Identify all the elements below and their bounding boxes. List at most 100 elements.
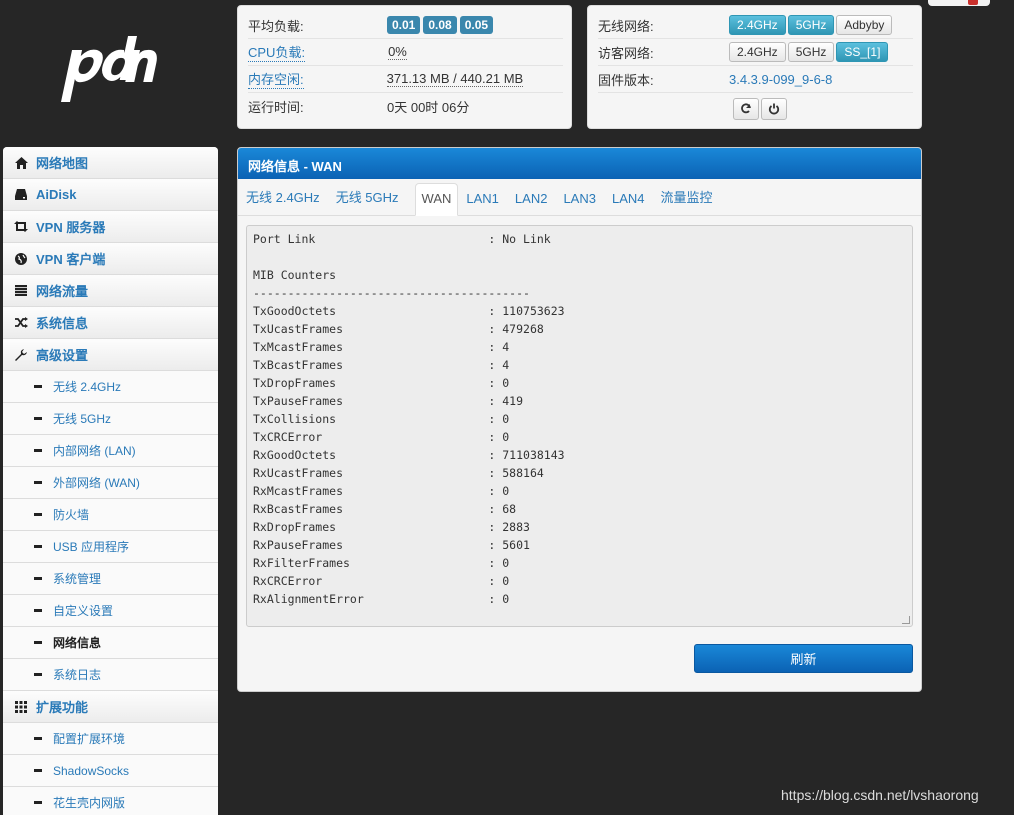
dash-icon <box>34 609 42 612</box>
tab-lan4[interactable]: LAN4 <box>612 191 651 215</box>
power-icon <box>768 103 780 115</box>
dash-icon <box>34 801 42 804</box>
sidebar-sub-label: 内部网络 (LAN) <box>53 444 136 458</box>
sidebar-sub-system-log[interactable]: 系统日志 <box>3 659 218 691</box>
tab-wireless-5ghz[interactable]: 无线 5GHz <box>336 187 405 215</box>
tab-bar: 无线 2.4GHz 无线 5GHz WAN LAN1 LAN2 LAN3 LAN… <box>238 179 921 216</box>
uptime-value: 0天 00时 06分 <box>387 100 470 115</box>
uptime-row: 运行时间: 0天 00时 06分 <box>248 93 563 120</box>
tab-lan3[interactable]: LAN3 <box>563 191 602 215</box>
uptime-label: 运行时间: <box>248 100 304 115</box>
user-tab[interactable] <box>928 0 990 6</box>
panel-title: 网络信息 - WAN <box>238 148 921 179</box>
wrench-icon <box>14 348 28 362</box>
sidebar-sub-wireless-24ghz[interactable]: 无线 2.4GHz <box>3 371 218 403</box>
sidebar-sub-label: 系统日志 <box>53 668 102 682</box>
dash-icon <box>34 513 42 516</box>
sidebar-sub-administration[interactable]: 系统管理 <box>3 563 218 595</box>
cpu-load-value: 0% <box>388 44 407 60</box>
sidebar-item-vpn-client[interactable]: VPN 客户端 <box>3 243 218 275</box>
tab-lan2[interactable]: LAN2 <box>515 191 554 215</box>
refresh-button[interactable]: 刷新 <box>694 644 913 673</box>
wireless-24ghz-button[interactable]: 2.4GHz <box>729 15 786 35</box>
sidebar-item-aidisk[interactable]: AiDisk <box>3 179 218 211</box>
resize-grip-icon[interactable] <box>902 616 910 624</box>
sidebar-item-system-info[interactable]: 系统信息 <box>3 307 218 339</box>
sidebar-item-extensions[interactable]: 扩展功能 <box>3 691 218 723</box>
sidebar-sub-network-info[interactable]: 网络信息 <box>3 627 218 659</box>
guest-5ghz-button[interactable]: 5GHz <box>787 42 835 62</box>
dash-icon <box>34 449 42 452</box>
sidebar-sub-shadowsocks[interactable]: ShadowSocks <box>3 755 218 787</box>
sidebar-item-label: 网络流量 <box>36 284 89 299</box>
sidebar-sub-ext-config[interactable]: 配置扩展环境 <box>3 723 218 755</box>
sidebar-sub-label: 自定义设置 <box>53 604 114 618</box>
adbyby-button[interactable]: Adbyby <box>836 15 893 35</box>
sidebar-sub-usb-apps[interactable]: USB 应用程序 <box>3 531 218 563</box>
sidebar-sub-lan[interactable]: 内部网络 (LAN) <box>3 435 218 467</box>
firmware-version-link[interactable]: 3.4.3.9-099_9-6-8 <box>729 72 832 87</box>
tab-wan[interactable]: WAN <box>414 183 459 216</box>
tab-lan1[interactable]: LAN1 <box>466 191 505 215</box>
sidebar-item-label: 扩展功能 <box>36 700 89 715</box>
sidebar-sub-label: 防火墙 <box>53 508 90 522</box>
sidebar-item-traffic[interactable]: 网络流量 <box>3 275 218 307</box>
firmware-row: 固件版本: 3.4.3.9-099_9-6-8 <box>598 66 913 93</box>
sidebar-sub-label: 配置扩展环境 <box>53 732 126 746</box>
load-badge-1: 0.01 <box>387 16 421 34</box>
sidebar-item-network-map[interactable]: 网络地图 <box>3 147 218 179</box>
home-icon <box>14 156 28 170</box>
sidebar-sub-oray[interactable]: 花生壳内网版 <box>3 787 218 815</box>
disk-icon <box>14 188 28 202</box>
dash-icon <box>34 545 42 548</box>
load-average-row: 平均负载: 0.01 0.08 0.05 <box>248 12 563 39</box>
reboot-button[interactable] <box>733 98 759 120</box>
pdcn-logo <box>60 36 157 102</box>
sidebar-sub-firewall[interactable]: 防火墙 <box>3 499 218 531</box>
tab-traffic-monitor[interactable]: 流量监控 <box>661 187 719 215</box>
sidebar-sub-wan[interactable]: 外部网络 (WAN) <box>3 467 218 499</box>
dash-icon <box>34 673 42 676</box>
load-badge-15: 0.05 <box>459 16 494 34</box>
port-stats-textarea[interactable]: Port Link : No Link MIB Counters -------… <box>246 225 913 627</box>
guest-row: 访客网络: 2.4GHz 5GHz SS_[1] <box>598 39 913 66</box>
tab-wireless-24ghz[interactable]: 无线 2.4GHz <box>246 187 326 215</box>
system-status-panel: 平均负载: 0.01 0.08 0.05 CPU负载: 0% 内存空闲: 371… <box>237 5 572 129</box>
wireless-5ghz-button[interactable]: 5GHz <box>787 15 835 35</box>
cpu-load-row: CPU负载: 0% <box>248 39 563 66</box>
sidebar-sub-label: 无线 5GHz <box>53 412 112 426</box>
watermark: https://blog.csdn.net/lvshaorong <box>781 787 979 803</box>
refresh-icon <box>741 103 751 114</box>
sidebar-item-label: 高级设置 <box>36 348 89 363</box>
shutdown-button[interactable] <box>761 98 787 120</box>
ss-button[interactable]: SS_[1] <box>836 42 889 62</box>
grid-icon <box>14 700 28 714</box>
list-icon <box>14 284 28 298</box>
memory-free-value: 371.13 MB / 440.21 MB <box>386 71 524 87</box>
network-status-panel: 无线网络: 2.4GHz 5GHz Adbyby 访客网络: 2.4GHz 5G… <box>587 5 922 129</box>
memory-free-link[interactable]: 内存空闲: <box>248 69 304 89</box>
sidebar-sub-label: USB 应用程序 <box>53 540 130 554</box>
sidebar-item-label: 系统信息 <box>36 316 89 331</box>
dash-icon <box>34 737 42 740</box>
sidebar-sub-wireless-5ghz[interactable]: 无线 5GHz <box>3 403 218 435</box>
dash-icon <box>34 417 42 420</box>
sidebar-sub-label: 无线 2.4GHz <box>53 380 122 394</box>
load-average-label: 平均负载: <box>248 18 304 34</box>
guest-24ghz-button[interactable]: 2.4GHz <box>729 42 786 62</box>
sidebar-item-advanced[interactable]: 高级设置 <box>3 339 218 371</box>
memory-free-row: 内存空闲: 371.13 MB / 440.21 MB <box>248 66 563 93</box>
sidebar-sub-label: 外部网络 (WAN) <box>53 476 140 490</box>
load-badge-5: 0.08 <box>423 16 457 34</box>
sidebar-sub-label: ShadowSocks <box>53 763 130 778</box>
sidebar-item-label: AiDisk <box>36 187 77 202</box>
sidebar-item-label: VPN 服务器 <box>36 220 106 235</box>
random-icon <box>14 316 28 330</box>
sidebar: 网络地图 AiDisk VPN 服务器 VPN 客户端 网络流量 系统信息 高级… <box>3 147 218 815</box>
sidebar-sub-customization[interactable]: 自定义设置 <box>3 595 218 627</box>
firmware-label: 固件版本: <box>598 72 654 88</box>
cpu-load-link[interactable]: CPU负载: <box>248 42 306 62</box>
sidebar-sub-label: 花生壳内网版 <box>53 796 126 810</box>
sidebar-item-vpn-server[interactable]: VPN 服务器 <box>3 211 218 243</box>
panel-content: Port Link : No Link MIB Counters -------… <box>238 216 921 691</box>
